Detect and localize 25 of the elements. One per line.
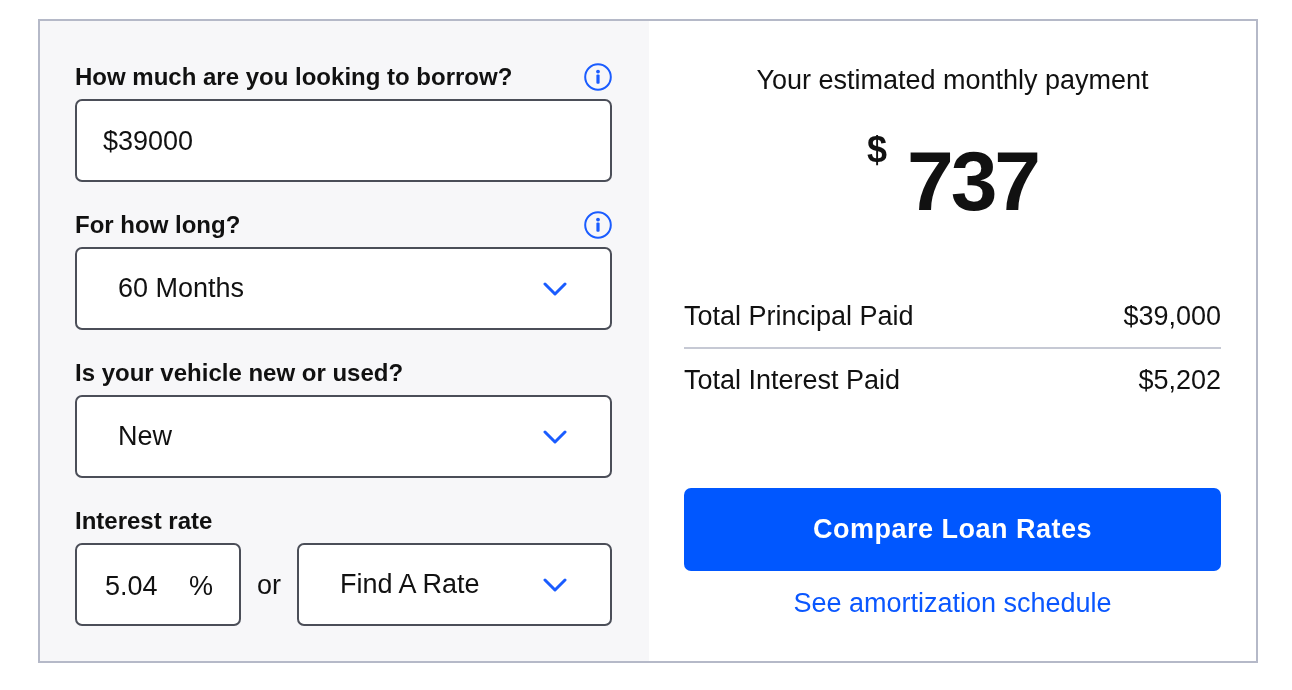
info-icon[interactable] [584, 211, 612, 239]
payment-heading: Your estimated monthly payment [756, 65, 1149, 95]
summary-label: Total Principal Paid [684, 300, 914, 332]
text-input[interactable]: $39000 [75, 99, 612, 182]
payment-amount: 737 [906, 139, 1039, 223]
currency-symbol: $ [866, 132, 887, 168]
field-label: For how long? [75, 211, 241, 239]
field-label: Is your vehicle new or used? [75, 359, 404, 387]
chevron-down-icon [543, 577, 567, 592]
amortization-link[interactable]: See amortization schedule [793, 588, 1112, 618]
dropdown[interactable]: 60 Months [75, 247, 612, 330]
percent-sign: % [189, 571, 213, 602]
info-icon[interactable] [584, 63, 612, 91]
dropdown[interactable]: New [75, 395, 612, 478]
field-label: Interest rate [75, 507, 213, 535]
separator-text: or [257, 569, 281, 600]
dropdown[interactable]: Find A Rate [297, 543, 612, 626]
compare-rates-button[interactable]: Compare Loan Rates [684, 488, 1221, 571]
summary-label: Total Interest Paid [684, 364, 901, 396]
chevron-down-icon [543, 429, 567, 444]
summary-value: $39,000 [1123, 300, 1221, 332]
chevron-down-icon [543, 281, 567, 296]
field-label: How much are you looking to borrow? [75, 63, 513, 91]
rate-input[interactable]: 5.04 % [75, 543, 241, 626]
summary-value: $5,202 [1138, 364, 1221, 396]
